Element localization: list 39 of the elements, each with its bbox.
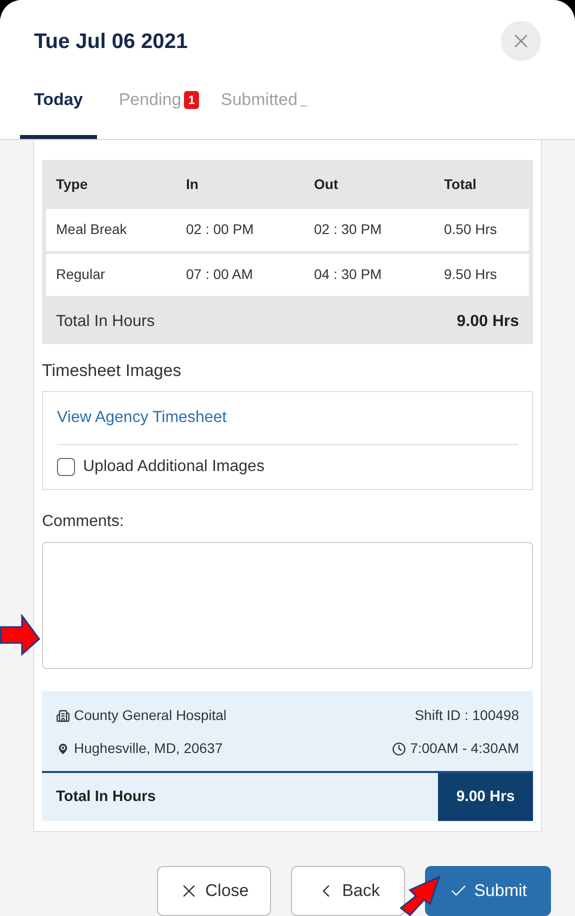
close-button[interactable]: Close (157, 866, 271, 916)
clock-icon (392, 742, 406, 756)
agency-timesheet-link[interactable]: View Agency Timesheet (57, 392, 518, 445)
comments-label: Comments: (42, 512, 125, 532)
column-header: In (186, 175, 200, 194)
total-label: Total In Hours (56, 312, 155, 332)
table-cell-text: 07 : 00 AM (186, 265, 254, 284)
column-header: Total (444, 175, 478, 194)
arrow-icon (400, 876, 440, 916)
back-button[interactable]: Back (291, 866, 405, 916)
total-value: 9.00 Hrs (456, 312, 519, 332)
column-header: Type (56, 175, 89, 194)
upload-checkbox[interactable] (57, 458, 75, 476)
table-cell-text: Meal Break (56, 220, 128, 239)
location-pin-icon (56, 742, 70, 756)
tab[interactable]: Submitted _ (220, 87, 308, 138)
tab[interactable]: Pending 1 (118, 87, 199, 138)
column-header: Out (314, 175, 340, 194)
total-value: 9.00 Hrs (438, 773, 533, 821)
comments-field[interactable] (42, 542, 533, 669)
total-label: Total In Hours (55, 786, 157, 807)
location: Hughesville, MD, 20637 (74, 739, 223, 758)
tab-indicator: _ (300, 92, 308, 109)
upload-label: Upload Additional Images (83, 457, 264, 477)
building-icon (56, 708, 70, 722)
shift-time: 7:00AM - 4:30AM (410, 739, 519, 758)
table-cell-text: 04 : 30 PM (314, 265, 383, 284)
count-badge: 1 (184, 90, 199, 109)
table-cell-text: Regular (56, 265, 106, 284)
table-cell-text: 02 : 00 PM (186, 220, 255, 239)
shift-id: Shift ID : 100498 (414, 706, 519, 725)
section-heading: Timesheet Images (42, 360, 182, 382)
table-cell-text: 0.50 Hrs (444, 220, 498, 239)
table-cell-text: 9.50 Hrs (444, 265, 498, 284)
close-button[interactable] (501, 21, 541, 62)
dialog-title: Tue Jul 06 2021 (34, 28, 188, 55)
table-cell-text: 02 : 30 PM (314, 220, 383, 239)
facility-name: County General Hospital (74, 706, 227, 725)
submit-button[interactable]: Submit (425, 866, 551, 916)
